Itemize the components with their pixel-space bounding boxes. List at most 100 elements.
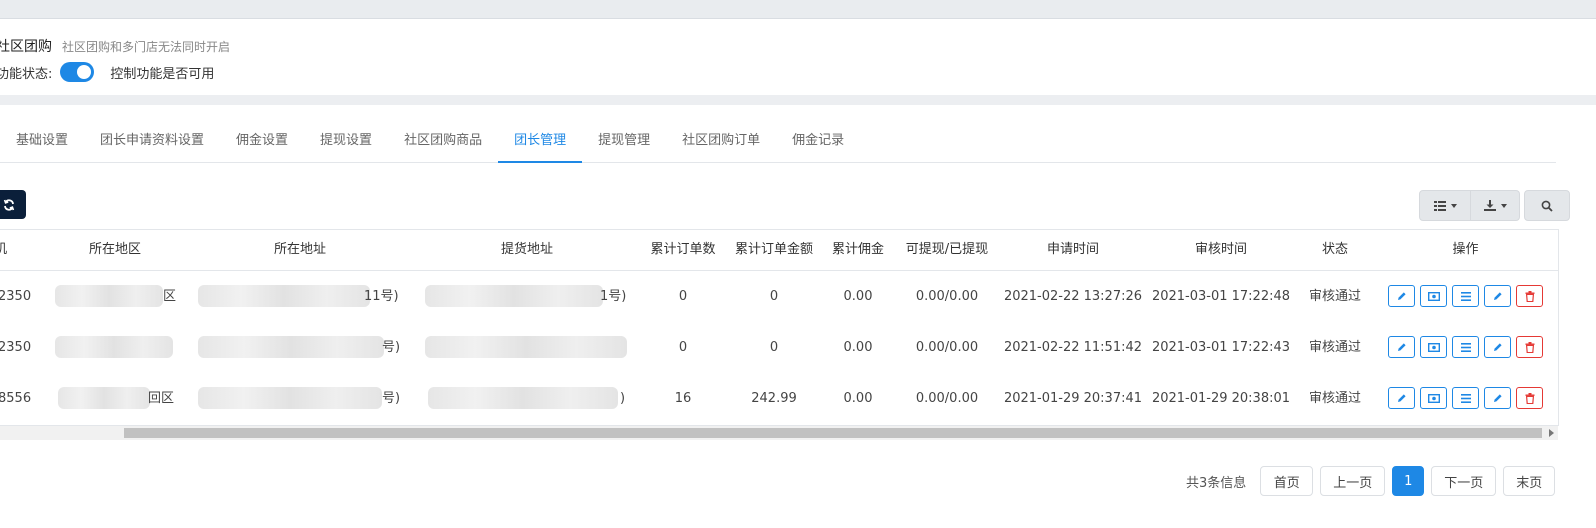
edit-icon	[1397, 394, 1406, 402]
redacted-address	[198, 285, 370, 307]
tab-withdraw-management[interactable]: 提现管理	[582, 120, 666, 162]
edit-button[interactable]	[1388, 387, 1415, 409]
cell-apply-time: 2021-01-29 20:37:41	[1003, 391, 1143, 406]
first-page-button[interactable]: 首页	[1260, 466, 1314, 496]
pencil-icon	[1493, 394, 1502, 402]
tab-leader-management[interactable]: 团长管理	[498, 120, 583, 163]
status-toggle[interactable]	[60, 62, 95, 82]
delete-button[interactable]	[1516, 336, 1543, 358]
cell-address-tail: 11号)	[364, 289, 399, 304]
modify-button[interactable]	[1484, 387, 1511, 409]
cell-commission: 0.00	[843, 340, 873, 355]
list-icon	[1460, 291, 1471, 301]
redacted-region	[55, 285, 163, 307]
download-icon	[1483, 200, 1496, 211]
cell-orders: 0	[678, 340, 688, 355]
row-actions	[1388, 387, 1543, 409]
search-button[interactable]	[1524, 190, 1570, 221]
commission-button[interactable]	[1420, 336, 1447, 358]
delete-button[interactable]	[1516, 387, 1543, 409]
tab-withdraw-settings[interactable]: 提现设置	[304, 120, 388, 162]
cell-review-time: 2021-01-29 20:38:01	[1151, 391, 1291, 406]
cell-apply-time: 2021-02-22 13:27:26	[1003, 289, 1143, 304]
section-divider	[0, 95, 1596, 105]
col-commission: 累计佣金	[831, 242, 884, 257]
modify-button[interactable]	[1484, 336, 1511, 358]
redacted-region	[58, 387, 150, 409]
edit-button[interactable]	[1388, 336, 1415, 358]
commission-button[interactable]	[1420, 285, 1447, 307]
horizontal-scrollbar[interactable]	[0, 425, 1558, 440]
money-icon	[1427, 342, 1440, 352]
money-icon	[1427, 291, 1440, 301]
col-region: 所在地区	[88, 242, 141, 257]
cell-phone: 2350	[0, 340, 32, 355]
scroll-right-arrow-icon[interactable]	[1549, 429, 1554, 437]
settings-panel	[0, 19, 1596, 95]
feature-status-row: 功能状态: 控制功能是否可用	[0, 62, 214, 82]
last-page-button[interactable]: 末页	[1503, 466, 1556, 496]
delete-button[interactable]	[1516, 285, 1543, 307]
edit-icon	[1397, 343, 1406, 351]
columns-toggle-button[interactable]	[1419, 190, 1471, 221]
refresh-button[interactable]	[0, 190, 26, 219]
redacted-address	[198, 336, 384, 358]
col-phone: 机	[0, 242, 8, 257]
detail-button[interactable]	[1452, 336, 1479, 358]
cell-review-time: 2021-03-01 17:22:48	[1151, 289, 1291, 304]
table-tools	[1419, 190, 1570, 221]
tab-group-buy-products[interactable]: 社区团购商品	[388, 120, 498, 162]
toggle-knob	[77, 65, 92, 79]
tab-basic-settings[interactable]: 基础设置	[0, 120, 84, 162]
row-actions	[1388, 285, 1543, 307]
cell-pickup-tail: 1号)	[600, 289, 627, 304]
cell-apply-time: 2021-02-22 11:51:42	[1003, 340, 1143, 355]
redacted-pickup-address	[425, 336, 627, 358]
pencil-icon	[1493, 292, 1502, 300]
cell-address-tail: 号)	[382, 391, 401, 406]
top-bar	[0, 0, 1596, 19]
col-status: 状态	[1321, 242, 1348, 257]
tab-leader-application-settings[interactable]: 团长申请资料设置	[84, 120, 220, 162]
cell-region-tail: 回区	[148, 391, 175, 406]
export-button[interactable]	[1471, 190, 1520, 221]
cell-amount: 0	[769, 340, 779, 355]
prev-page-button[interactable]: 上一页	[1320, 466, 1386, 496]
trash-icon	[1525, 290, 1534, 302]
tab-group-buy-orders[interactable]: 社区团购订单	[666, 120, 776, 162]
cell-phone: 8556	[0, 391, 32, 406]
cell-region-tail: 区	[163, 289, 177, 304]
cell-amount: 0	[769, 289, 779, 304]
table-row: 8556 回区 号) ) 16 242.99 0.00 0.00/0.00 20…	[0, 373, 1558, 424]
pencil-icon	[1493, 343, 1502, 351]
pagination: 共3条信息 首页 上一页 1 下一页 末页	[1186, 466, 1556, 496]
trash-icon	[1525, 392, 1534, 404]
cell-review-time: 2021-03-01 17:22:43	[1151, 340, 1291, 355]
commission-button[interactable]	[1420, 387, 1447, 409]
col-order-amount: 累计订单金额	[734, 242, 813, 257]
cell-pickup-tail: )	[620, 391, 626, 406]
leader-table: 机 所在地区 所在地址 提货地址 累计订单数 累计订单金额 累计佣金 可提现/已…	[0, 229, 1559, 426]
cell-amount: 242.99	[751, 391, 797, 406]
edit-icon	[1397, 292, 1406, 300]
tab-commission-settings[interactable]: 佣金设置	[220, 120, 304, 162]
tab-commission-records[interactable]: 佣金记录	[776, 120, 860, 162]
next-page-button[interactable]: 下一页	[1431, 466, 1497, 496]
cell-withdraw: 0.00/0.00	[915, 289, 979, 304]
page-1-button[interactable]: 1	[1392, 466, 1425, 496]
cell-withdraw: 0.00/0.00	[915, 340, 979, 355]
row-actions	[1388, 336, 1543, 358]
col-pickup-address: 提货地址	[500, 242, 553, 257]
modify-button[interactable]	[1484, 285, 1511, 307]
pagination-info: 共3条信息	[1186, 475, 1247, 491]
col-address: 所在地址	[273, 242, 326, 257]
cell-orders: 0	[678, 289, 688, 304]
detail-button[interactable]	[1452, 285, 1479, 307]
status-description: 控制功能是否可用	[110, 66, 215, 82]
cell-commission: 0.00	[843, 391, 873, 406]
edit-button[interactable]	[1388, 285, 1415, 307]
cell-status: 审核通过	[1308, 391, 1361, 406]
detail-button[interactable]	[1452, 387, 1479, 409]
search-icon	[1541, 200, 1553, 212]
scrollbar-thumb[interactable]	[124, 428, 1542, 438]
